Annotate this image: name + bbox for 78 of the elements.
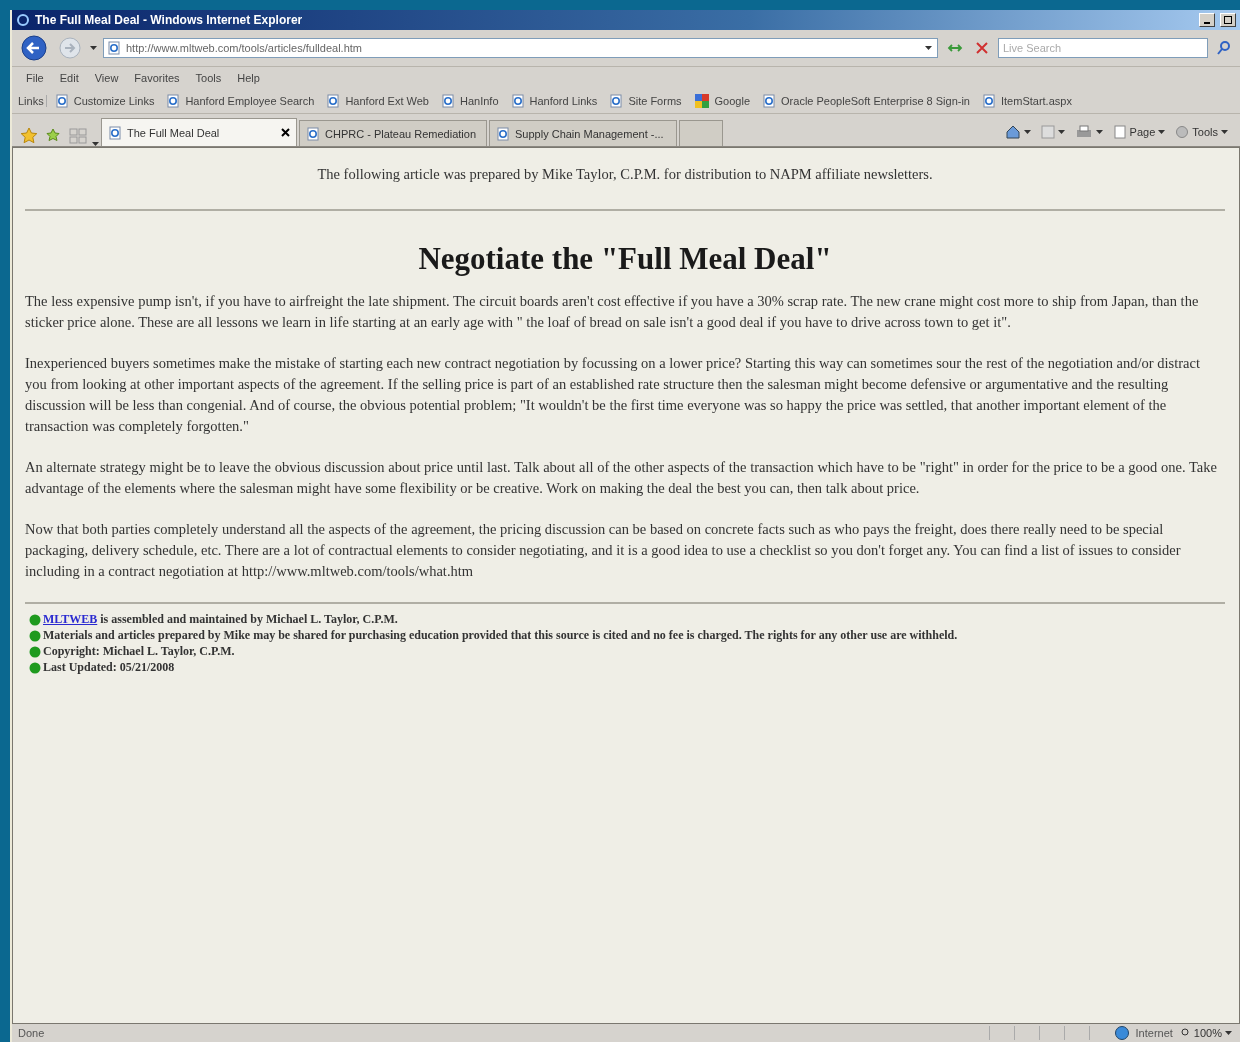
back-button[interactable] <box>18 38 50 58</box>
browser-tab[interactable]: Supply Chain Management -... <box>489 120 677 146</box>
page-icon <box>762 94 777 108</box>
browser-tab[interactable]: The Full Meal Deal <box>101 118 297 146</box>
footer-line: MLTWEB is assembled and maintained by Michael L. Taylor, C.P.M. <box>43 612 398 627</box>
favorite-link[interactable]: Hanford Ext Web <box>322 94 433 108</box>
article-paragraph: Inexperienced buyers sometimes make the mistake of starting each new contract negotiation by focussing on a lower price? Starting this way can sometimes sour the rest of the negotiation and/or distract you from looking at other important aspects of the agreement. If the selling price is part of an established rate structure then the salesman might become defensive or argumentative and the resulting discussion will be less than congenial. And of course, the obvious potential problem; "It wouldn't be the first time everyone was so happy the price was settled, that another important element of the transaction was completely forgotten." <box>25 354 1201 436</box>
caret-icon <box>1225 1031 1232 1035</box>
zone-label: Internet <box>1135 1027 1173 1039</box>
footer-line: Copyright: Michael L. Taylor, C.P.M. <box>43 644 235 659</box>
bullet-icon <box>29 613 41 626</box>
caret-icon <box>1221 130 1228 134</box>
menu-item[interactable]: Tools <box>189 72 228 84</box>
command-menu-button[interactable]: Page <box>1110 122 1168 142</box>
favorite-link[interactable]: Google <box>689 93 755 109</box>
article-paragraph: Now that both parties completely understand all the aspects of the agreement, the pricing discussion can be based on concrete facts such as who pays the freight, does there really need to be special packaging, delivery schedule, etc. There are a lot of contractual elements to consider negotiating, and it is a good idea to use a checklist so you don't forget any. You can find a list of issues to consider including in a contract negotiation at http://www.mltweb.com/tools/what.htm <box>25 520 1182 581</box>
window-title: The Full Meal Deal - Windows Internet Explorer <box>35 13 304 27</box>
page-icon <box>166 94 181 108</box>
page-icon <box>609 94 624 108</box>
bullet-icon <box>29 661 41 674</box>
caret-icon <box>925 46 932 50</box>
status-text: Done <box>18 1027 46 1039</box>
browser-tab[interactable]: CHPRC - Plateau Remediation <box>299 120 487 146</box>
favorite-link[interactable]: Site Forms <box>605 94 686 108</box>
page-icon <box>510 94 525 108</box>
favorites-star-button[interactable] <box>18 126 40 146</box>
links-label: Links <box>18 95 47 107</box>
menu-item[interactable]: Help <box>231 72 266 84</box>
home-icon <box>1004 124 1021 140</box>
menu-item[interactable]: Favorites <box>128 72 186 84</box>
minimize-button[interactable] <box>1199 13 1215 27</box>
favorite-link[interactable]: Hanford Links <box>506 94 602 108</box>
article-paragraph: The less expensive pump isn't, if you have to airfreight the late shipment. The circuit boards aren't cost effective if you have a 30% scrap rate. The new crane might cost more to ship from Japan, than the sticker price alone. These are all lessons we learn in life starting at an early age with " the loaf of bread on sale isn't a good deal if you have to drive across town to get it". <box>25 292 1200 332</box>
caret-icon <box>1095 130 1103 134</box>
zoom-button[interactable]: 100% <box>1178 1025 1234 1041</box>
search-field[interactable]: Live Search <box>998 38 1208 58</box>
article-paragraph: An alternate strategy might be to leave the obvious discussion about price until last. Talk about all of the other aspects of the transaction which have to be "right" in order for the price to be a good one. Take advantage of the elements where the salesman might have some flexibility or be creative. Work on making the deal the best you can, then talk about price. <box>25 458 1218 498</box>
favorite-link[interactable]: ItemStart.aspx <box>978 94 1076 108</box>
favorite-link[interactable]: Hanford Employee Search <box>162 94 319 108</box>
page-icon <box>107 41 121 55</box>
intro-text: The following article was prepared by Mike Taylor, C.P.M. for distribution to NAPM affiliate newsletters. <box>316 166 934 183</box>
address-field[interactable]: http://www.mltweb.com/tools/articles/fulldeal.htm <box>103 38 938 58</box>
site-link[interactable]: MLTWEB <box>43 612 98 626</box>
page-icon <box>440 94 455 108</box>
favorite-link[interactable]: HanInfo <box>436 94 503 108</box>
maximize-button[interactable] <box>1220 13 1236 27</box>
footer-line: Materials and articles prepared by Mike may be shared for purchasing education provided that this source is cited and no fee is charged. The rights for any other use are withheld. <box>43 628 958 643</box>
article-heading: Negotiate the "Full Meal Deal" <box>417 241 833 277</box>
menu-item[interactable]: View <box>88 72 125 84</box>
page-icon <box>1112 125 1127 139</box>
page-icon <box>54 94 69 108</box>
printer-icon <box>1074 124 1093 140</box>
page-icon <box>306 126 320 141</box>
browser-logo-icon <box>16 13 30 27</box>
bullet-icon <box>29 645 41 658</box>
footer-line: Last Updated: 05/21/2008 <box>43 660 175 675</box>
circle-icon <box>1175 125 1190 139</box>
favorite-link[interactable]: Customize Links <box>50 94 159 108</box>
bullet-icon <box>29 629 41 642</box>
maximize-icon <box>1224 16 1232 24</box>
menu-item[interactable]: Edit <box>53 72 85 84</box>
page-icon <box>982 94 996 108</box>
page-icon <box>496 126 510 141</box>
globe-icon <box>1113 1025 1130 1041</box>
color-squares-icon <box>693 93 710 109</box>
caret-icon <box>1158 130 1166 134</box>
page-icon <box>108 125 122 140</box>
caret-icon <box>1023 130 1031 134</box>
square-icon <box>1040 125 1055 139</box>
close-icon[interactable] <box>281 128 290 137</box>
caret-icon <box>90 46 97 50</box>
page-icon <box>326 94 341 108</box>
feeds-button[interactable] <box>1038 122 1067 142</box>
caret-icon <box>1057 130 1065 134</box>
menu-item[interactable]: File <box>20 72 50 84</box>
command-menu-button[interactable]: Tools <box>1173 122 1230 142</box>
favorite-link[interactable]: Oracle PeopleSoft Enterprise 8 Sign-in <box>758 94 974 108</box>
zoom-icon <box>1180 1028 1191 1038</box>
